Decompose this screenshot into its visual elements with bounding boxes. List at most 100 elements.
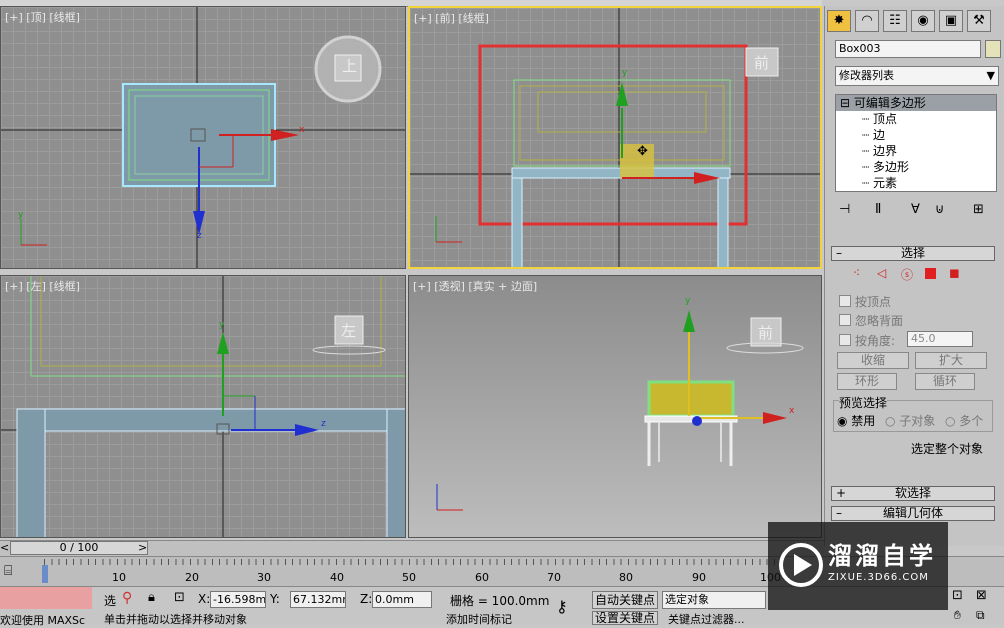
pan-icon[interactable]: ✋︎ <box>954 608 961 623</box>
viewport-label[interactable]: [+] [左] [线框] <box>5 278 80 294</box>
multi-radio[interactable]: ○ 多个 <box>945 412 983 429</box>
viewport-front[interactable]: [+] [前] [线框] 前 y ✥ <box>408 6 822 269</box>
stack-item-label: 边界 <box>873 144 898 158</box>
polygon-mode-icon[interactable] <box>925 268 936 279</box>
modifier-stack[interactable]: ⊟ 可编辑多边形 ┈ 顶点 ┈ 边 ┈ 边界 ┈ 多边形 ┈ 元素 <box>835 94 997 192</box>
create-tab-icon[interactable]: ✸ <box>827 10 851 32</box>
viewcube-label[interactable]: 前 <box>754 52 769 73</box>
element-mode-icon[interactable]: ◼ <box>949 266 960 281</box>
shrink-button[interactable]: 收缩 <box>837 352 909 369</box>
checkbox-label: 按角度: <box>855 334 896 348</box>
axis-y-label: y <box>18 210 24 220</box>
viewport-left[interactable]: [+] [左] [线框] 左 y z <box>0 275 406 538</box>
checkbox-label: 按顶点 <box>855 295 892 309</box>
ruler-label: 10 <box>112 571 126 584</box>
border-mode-icon[interactable]: ⓢ <box>901 266 913 283</box>
key-icon[interactable]: ⚷ <box>556 597 568 616</box>
time-marker[interactable] <box>42 565 48 583</box>
y-coord-field[interactable]: 67.132mm <box>290 591 346 608</box>
x-coord-field[interactable]: -16.598mm <box>210 591 266 608</box>
ruler-label: 70 <box>547 571 561 584</box>
axis-x-label: x <box>299 125 305 135</box>
loop-button[interactable]: 循环 <box>915 373 975 390</box>
time-slider[interactable]: 0 / 100 <box>10 541 148 555</box>
stack-item-vertex[interactable]: ┈ 顶点 <box>836 111 996 127</box>
subobject-radio[interactable]: ○ 子对象 <box>885 412 935 429</box>
auto-key-button[interactable]: 自动关键点 <box>592 591 658 609</box>
key-filters-button[interactable]: 关键点过滤器... <box>668 611 745 627</box>
viewport-label[interactable]: [+] [透视] [真实 + 边面] <box>413 278 537 294</box>
grow-button[interactable]: 扩大 <box>915 352 987 369</box>
watermark-title: 溜溜自学 <box>828 542 936 570</box>
hierarchy-tab-icon[interactable]: ☷ <box>883 10 907 32</box>
disable-radio[interactable]: ◉ 禁用 <box>837 412 875 429</box>
set-key-button[interactable]: 设置关键点 <box>592 611 658 625</box>
watermark: 溜溜自学 ZIXUE.3D66.COM <box>768 522 948 610</box>
modifier-list-dropdown[interactable]: 修改器列表 ▼ <box>835 66 999 86</box>
z-coord-field[interactable]: 0.0mm <box>372 591 432 608</box>
viewcube-label[interactable]: 左 <box>341 320 356 341</box>
stack-item-element[interactable]: ┈ 元素 <box>836 175 996 191</box>
viewport-perspective[interactable]: [+] [透视] [真实 + 边面] 前 y x <box>408 275 822 538</box>
next-frame-arrow-icon[interactable]: > <box>138 541 147 554</box>
rollout-edit-geometry[interactable]: – 编辑几何体 <box>831 506 995 521</box>
radio-label: 多个 <box>959 414 984 428</box>
absolute-mode-icon[interactable]: ⊡ <box>174 590 185 605</box>
stack-item-edge[interactable]: ┈ 边 <box>836 127 996 143</box>
stack-item-border[interactable]: ┈ 边界 <box>836 143 996 159</box>
rollout-title: 选择 <box>900 246 925 260</box>
by-vertex-checkbox[interactable]: 按顶点 <box>839 293 891 310</box>
field-of-view-icon[interactable]: ⊠ <box>976 588 987 603</box>
ruler-ticks <box>44 559 784 565</box>
show-end-result-icon[interactable]: Ⅱ <box>875 202 881 217</box>
ignore-backface-checkbox[interactable]: 忽略背面 <box>839 312 903 329</box>
stack-item-editable-poly[interactable]: ⊟ 可编辑多边形 <box>836 95 996 111</box>
object-name-field[interactable]: Box003 <box>835 40 981 58</box>
maxscript-mini-listener[interactable] <box>0 587 92 609</box>
stack-item-label: 元素 <box>873 176 898 190</box>
display-tab-icon[interactable]: ▣ <box>939 10 963 32</box>
prev-frame-arrow-icon[interactable]: < <box>0 541 9 554</box>
lock-icon[interactable]: 🔒︎ <box>148 590 155 605</box>
viewcube-label[interactable]: 上 <box>342 55 357 76</box>
remove-modifier-icon[interactable]: ⊍ <box>935 202 945 217</box>
selected-set-dropdown[interactable]: 选定对象 <box>662 591 766 609</box>
viewport-top[interactable]: [+] [顶] [线框] 上 x z y <box>0 6 406 269</box>
ruler-label: 90 <box>692 571 706 584</box>
rollout-title: 编辑几何体 <box>882 506 943 520</box>
move-gizmo-icon[interactable]: ✥ <box>637 144 648 159</box>
rollout-selection[interactable]: – 选择 <box>831 246 995 261</box>
isolate-icon[interactable]: ⚲ <box>122 590 132 606</box>
z-label: Z: <box>360 592 373 606</box>
stack-item-label: 多边形 <box>873 160 910 174</box>
rollout-soft-selection[interactable]: + 软选择 <box>831 486 995 501</box>
mini-curve-editor-icon[interactable]: ⌸ <box>4 563 12 579</box>
object-color-swatch[interactable] <box>985 40 1001 58</box>
add-time-tag-button[interactable]: 添加时间标记 <box>446 611 512 627</box>
zoom-extents-icon[interactable]: ⊡ <box>952 588 963 603</box>
edge-mode-icon[interactable]: ◁ <box>877 266 886 280</box>
stack-item-label: 顶点 <box>873 112 898 126</box>
viewport-label[interactable]: [+] [前] [线框] <box>414 10 489 26</box>
axis-y-label: y <box>219 320 225 330</box>
configure-sets-icon[interactable]: ⊞ <box>973 202 984 217</box>
pin-stack-icon[interactable]: ⊣ <box>839 202 850 217</box>
modify-tab-icon[interactable]: ◠ <box>855 10 879 32</box>
motion-tab-icon[interactable]: ◉ <box>911 10 935 32</box>
y-label: Y: <box>270 592 280 606</box>
angle-value-field[interactable]: 45.0 <box>907 331 973 347</box>
maximize-viewport-icon[interactable]: ⧉ <box>976 608 985 623</box>
prompt-text: 单击并拖动以选择并移动对象 <box>104 613 247 626</box>
axis-y-label: y <box>685 296 691 306</box>
viewcube-label[interactable]: 前 <box>758 322 773 343</box>
stack-item-label: 边 <box>873 128 886 142</box>
axis-x-label: x <box>789 406 795 416</box>
make-unique-icon[interactable]: ∀ <box>911 202 920 217</box>
ruler-label: 40 <box>330 571 344 584</box>
vertex-mode-icon[interactable]: ⁖ <box>853 266 860 280</box>
utilities-tab-icon[interactable]: ⚒ <box>967 10 991 32</box>
by-angle-checkbox[interactable]: 按角度: <box>839 332 895 349</box>
viewport-label[interactable]: [+] [顶] [线框] <box>5 9 80 25</box>
stack-item-polygon[interactable]: ┈ 多边形 <box>836 159 996 175</box>
ring-button[interactable]: 环形 <box>837 373 897 390</box>
